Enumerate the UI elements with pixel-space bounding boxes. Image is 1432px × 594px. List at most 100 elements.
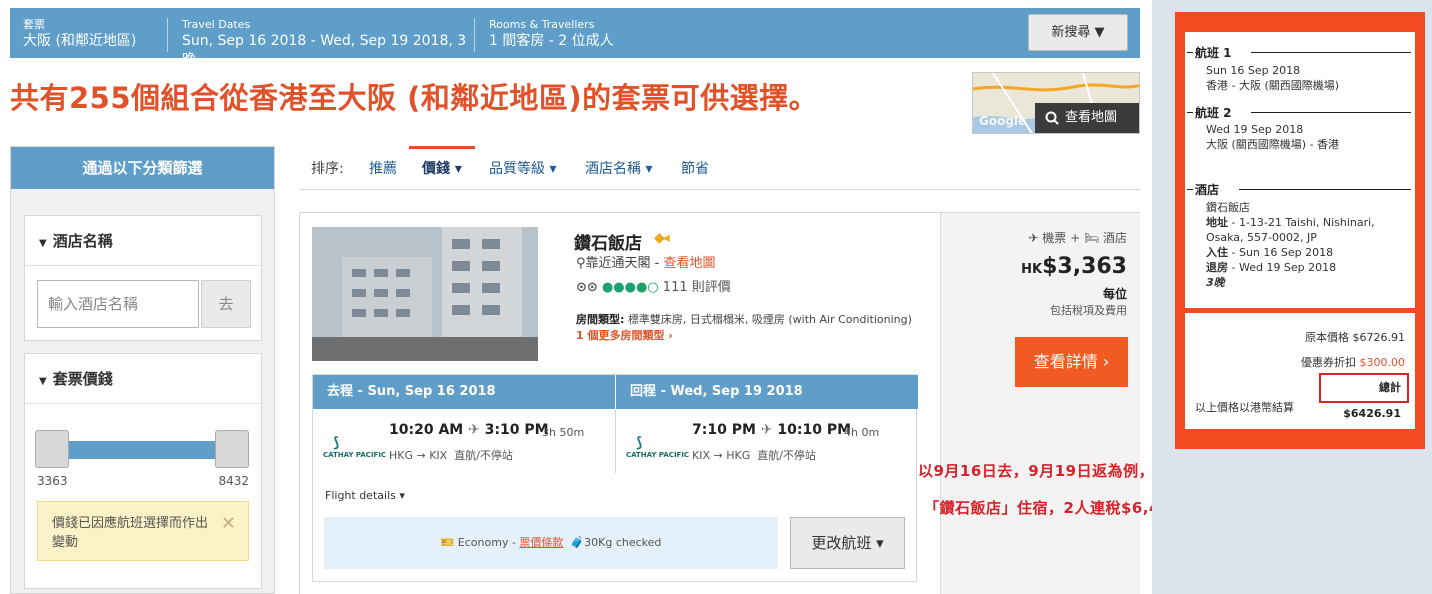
room-type: 房間類型: 標準雙床房, 日式榻榻米, 吸煙房 (with Air Condit… <box>576 311 912 327</box>
more-room-types-link[interactable]: 1 個更多房間類型 › <box>576 327 673 343</box>
travel-dates-value: Sun, Sep 16 2018 - Wed, Sep 19 2018, 3 晚 <box>182 33 467 68</box>
rating-bubbles-icon: ●●●●○ <box>601 280 659 295</box>
new-search-button[interactable]: 新搜尋 ▼ <box>1028 14 1128 51</box>
section-rule <box>1251 112 1411 113</box>
map-pin-icon: ⚲ <box>576 256 586 271</box>
price-filter-title: 套票價錢 <box>52 370 113 388</box>
sort-recommended[interactable]: 推薦 <box>369 158 397 178</box>
checkout-label: 退房 <box>1206 261 1228 274</box>
sort-savings[interactable]: 節省 <box>681 158 709 178</box>
total-price: 總計 $6426.91 <box>1319 373 1409 420</box>
hotel-search-go-button[interactable]: 去 <box>201 280 251 328</box>
sort-label: 排序: <box>311 161 344 177</box>
flight-details-toggle[interactable]: Flight details ▾ <box>325 489 405 502</box>
hotel-name[interactable]: 鑽石飯店 <box>574 229 642 254</box>
airline-logo: ⟆ CATHAY PACIFIC <box>323 435 386 459</box>
flight1-route: 香港 - 大阪 (關西國際機場) <box>1206 79 1340 92</box>
search-icon <box>1045 111 1059 125</box>
total-value: $6426.91 <box>1343 407 1401 420</box>
booking-summary-details: 航班 1 Sun 16 Sep 2018 香港 - 大阪 (關西國際機場) 航班… <box>1185 32 1415 308</box>
return-header: 回程 - Wed, Sep 19 2018 <box>616 375 918 409</box>
hotel-view-map-link[interactable]: 查看地圖 <box>664 256 716 271</box>
hotel-photo[interactable] <box>312 227 538 361</box>
original-price-value: $6726.91 <box>1352 331 1406 344</box>
sort-hotel-name[interactable]: 酒店名稱 ▾ <box>585 158 652 178</box>
outbound-route: HKG → KIX 直航/不停站 <box>389 447 513 463</box>
airline-name-return: CATHAY PACIFIC <box>626 451 690 459</box>
flight2-title: 航班 2 <box>1195 106 1232 120</box>
currency-note: 以上價格以港幣結算 <box>1195 401 1294 414</box>
hotel-reviews[interactable]: ⊙⊙ ●●●●○ 111 則評價 <box>576 276 731 295</box>
price-min-value: 3363 <box>37 474 68 488</box>
star-rating-icon: ◆◂ <box>654 230 670 246</box>
section-dash <box>1187 189 1193 190</box>
rooms-summary[interactable]: Rooms & Travellers 1 間客房 - 2 位成人 <box>476 18 676 52</box>
fare-info: 🎫 Economy - 票價條款 🧳30Kg checked <box>324 517 778 569</box>
cathay-pacific-icon: ⟆ <box>333 435 340 451</box>
discount-label: 優惠券折扣 <box>1301 356 1356 369</box>
sort-quality[interactable]: 品質等級 ▾ <box>489 158 556 178</box>
close-icon[interactable]: ✕ <box>221 514 236 533</box>
package-summary[interactable]: 套票 大阪 (和鄰近地區) <box>10 18 168 52</box>
view-map-button[interactable]: 查看地圖 <box>1035 103 1139 133</box>
flight1-title: 航班 1 <box>1195 46 1232 60</box>
plane-icon: ✈ <box>760 422 773 438</box>
outbound-times: 10:20 AM ✈ 3:10 PM <box>389 422 549 438</box>
page: 套票 大阪 (和鄰近地區) Travel Dates Sun, Sep 16 2… <box>0 0 1432 594</box>
ticket-icon: 🎫 <box>440 536 455 549</box>
hotel-title: 酒店 <box>1195 183 1220 197</box>
section-rule <box>1239 189 1411 190</box>
hotel-location: ⚲靠近通天閣 - 查看地圖 <box>576 252 716 271</box>
results-headline: 共有255個組合從香港至大阪 (和鄰近地區)的套票可供選擇。 <box>10 81 819 115</box>
outbound-stops: 直航/不停站 <box>454 449 513 462</box>
travel-dates-label: Travel Dates <box>182 18 251 31</box>
price-tax-note: 包括稅項及費用 <box>1050 304 1127 317</box>
travel-dates-summary[interactable]: Travel Dates Sun, Sep 16 2018 - Wed, Sep… <box>169 18 475 68</box>
plane-icon: ✈ <box>468 422 480 438</box>
price-amount: $3,363 <box>1042 254 1127 279</box>
filter-sidebar: 通過以下分類篩選 ▼ 酒店名稱 輸入酒店名稱 去 ▼ 套票價錢 3363 8432 … <box>10 146 275 594</box>
cabin-class: Economy <box>457 536 509 549</box>
change-flight-button[interactable]: 更改航班 ▾ <box>790 517 905 569</box>
booking-summary-prices: 原本價格 $6726.91 優惠券折扣 $300.00 總計 $6426.91 … <box>1185 313 1415 429</box>
sort-price[interactable]: 價錢 ▾ <box>422 158 462 178</box>
price-change-notice-text: 價錢已因應航班選擇而作出變動 <box>52 516 209 550</box>
return-duration: 4h 0m <box>844 426 880 439</box>
fare-rules-link[interactable]: 票價條款 <box>519 536 563 549</box>
flight2-route: 大阪 (關西國際機場) - 香港 <box>1206 138 1340 151</box>
return-depart: 7:10 PM <box>692 422 756 438</box>
outbound-airports: HKG → KIX <box>389 449 448 462</box>
baggage-icon: 🧳 <box>570 536 585 549</box>
price-change-notice: 價錢已因應航班選擇而作出變動 ✕ <box>37 501 249 561</box>
price-per-person: 每位 <box>1102 287 1127 301</box>
view-details-button[interactable]: 查看詳情 › <box>1015 337 1128 387</box>
discount-value: $300.00 <box>1359 356 1406 369</box>
caret-down-icon: ▼ <box>39 376 47 387</box>
tripadvisor-icon: ⊙⊙ <box>576 280 598 295</box>
map-thumbnail[interactable]: Google 查看地圖 <box>972 72 1140 134</box>
hotel-location-name: 靠近通天閣 <box>585 256 651 271</box>
section-dash <box>1187 52 1193 53</box>
sort-active-indicator <box>409 146 475 149</box>
package-label: 套票 <box>23 18 45 31</box>
price-slider-min-handle[interactable] <box>35 430 69 468</box>
checkout-value: - Wed 19 Sep 2018 <box>1228 261 1337 274</box>
price-slider-track[interactable] <box>47 441 239 459</box>
price-slider-max-handle[interactable] <box>215 430 249 468</box>
hotel-name-input[interactable]: 輸入酒店名稱 <box>37 280 199 328</box>
caret-down-icon: ▼ <box>39 238 47 249</box>
checkin-value: - Sun 16 Sep 2018 <box>1228 246 1334 259</box>
address-line-1: - 1-13-21 Taishi, Nishinari, <box>1228 216 1375 229</box>
hotel-name-filter: ▼ 酒店名稱 輸入酒店名稱 去 <box>24 215 262 341</box>
price-filter-toggle[interactable]: ▼ 套票價錢 <box>25 354 261 404</box>
airline-name: CATHAY PACIFIC <box>323 451 387 459</box>
hotel-name-filter-toggle[interactable]: ▼ 酒店名稱 <box>25 216 261 266</box>
section-rule <box>1251 52 1411 53</box>
google-logo: Google <box>979 114 1027 128</box>
room-type-label: 房間類型: <box>576 313 625 326</box>
flight2-date: Wed 19 Sep 2018 <box>1206 123 1304 136</box>
outbound-arrive: 3:10 PM <box>484 422 549 438</box>
price-currency: HK <box>1021 262 1043 277</box>
outbound-depart: 10:20 AM <box>389 422 464 438</box>
sort-bar: 排序: 推薦 價錢 ▾ 品質等級 ▾ 酒店名稱 ▾ 節省 <box>299 146 1140 190</box>
